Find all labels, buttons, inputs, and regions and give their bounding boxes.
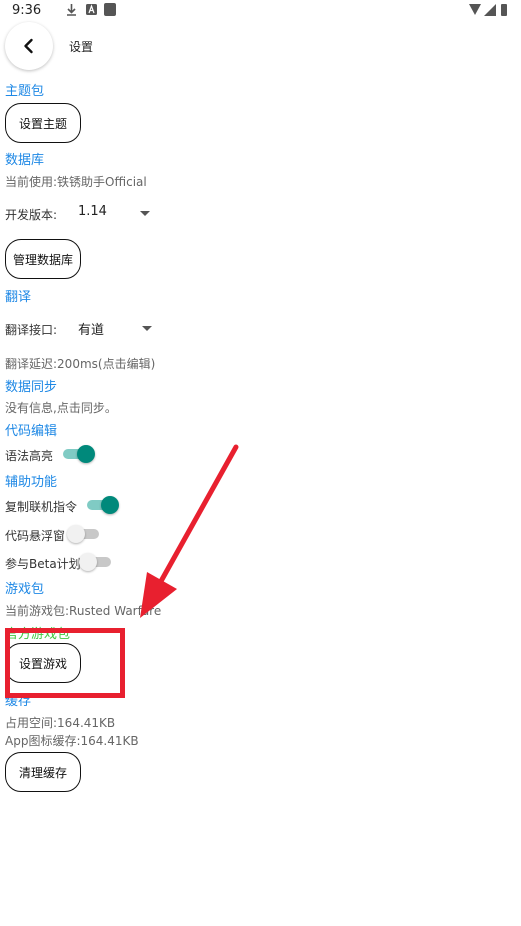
notification-square-icon [104, 3, 116, 16]
cache-used-space: 占用空间:164.41KB [5, 716, 116, 730]
section-code-edit: 代码编辑 [5, 424, 58, 439]
sync-info[interactable]: 没有信息,点击同步。 [5, 399, 117, 416]
syntax-highlight-label: 语法高亮 [5, 449, 54, 463]
status-time: 9:36 [12, 3, 42, 18]
switch-thumb [79, 553, 97, 571]
wifi-icon [469, 4, 481, 15]
translation-api-dropdown[interactable]: 有道 [78, 318, 153, 338]
chevron-left-icon [24, 38, 33, 54]
section-data-sync: 数据同步 [5, 380, 58, 395]
switch-thumb [77, 445, 95, 463]
syntax-highlight-switch[interactable] [61, 444, 95, 464]
download-icon [67, 4, 76, 16]
beta-program-switch[interactable] [79, 552, 113, 572]
copy-online-cmd-label: 复制联机指令 [5, 500, 78, 514]
copy-online-cmd-switch[interactable] [85, 495, 119, 515]
dev-version-label: 开发版本: [5, 208, 58, 222]
translation-delay[interactable]: 翻译延迟:200ms(点击编辑) [5, 355, 155, 372]
section-game-pack: 游戏包 [5, 582, 45, 597]
section-assist: 辅助功能 [5, 475, 58, 490]
set-theme-button[interactable]: 设置主题 [5, 103, 81, 143]
switch-thumb [67, 525, 85, 543]
code-float-window-label: 代码悬浮窗 [5, 529, 66, 543]
translation-api-label: 翻译接口: [5, 323, 58, 337]
section-database: 数据库 [5, 153, 45, 168]
dropdown-arrow-icon [142, 326, 152, 331]
back-button[interactable] [5, 22, 53, 70]
page-title: 设置 [69, 40, 94, 54]
app-icon-cache: App图标缓存:164.41KB [5, 734, 139, 748]
database-current: 当前使用:铁锈助手Official [5, 175, 147, 189]
switch-thumb [101, 496, 119, 514]
a-badge-icon [86, 4, 97, 15]
clear-cache-button[interactable]: 清理缓存 [5, 752, 81, 792]
translation-api-value: 有道 [78, 323, 105, 338]
dropdown-arrow-icon [140, 211, 150, 216]
battery-icon [501, 4, 507, 16]
game-pack-current: 当前游戏包:Rusted Warfare [5, 604, 162, 618]
dev-version-value: 1.14 [78, 204, 107, 219]
signal-icon [484, 4, 496, 16]
dev-version-dropdown[interactable]: 1.14 [78, 203, 153, 223]
manage-database-button[interactable]: 管理数据库 [5, 239, 81, 279]
section-theme: 主题包 [5, 84, 45, 99]
beta-program-label: 参与Beta计划 [5, 557, 81, 571]
section-translation: 翻译 [5, 290, 32, 305]
code-float-window-switch[interactable] [67, 524, 101, 544]
highlight-rectangle [5, 628, 125, 698]
